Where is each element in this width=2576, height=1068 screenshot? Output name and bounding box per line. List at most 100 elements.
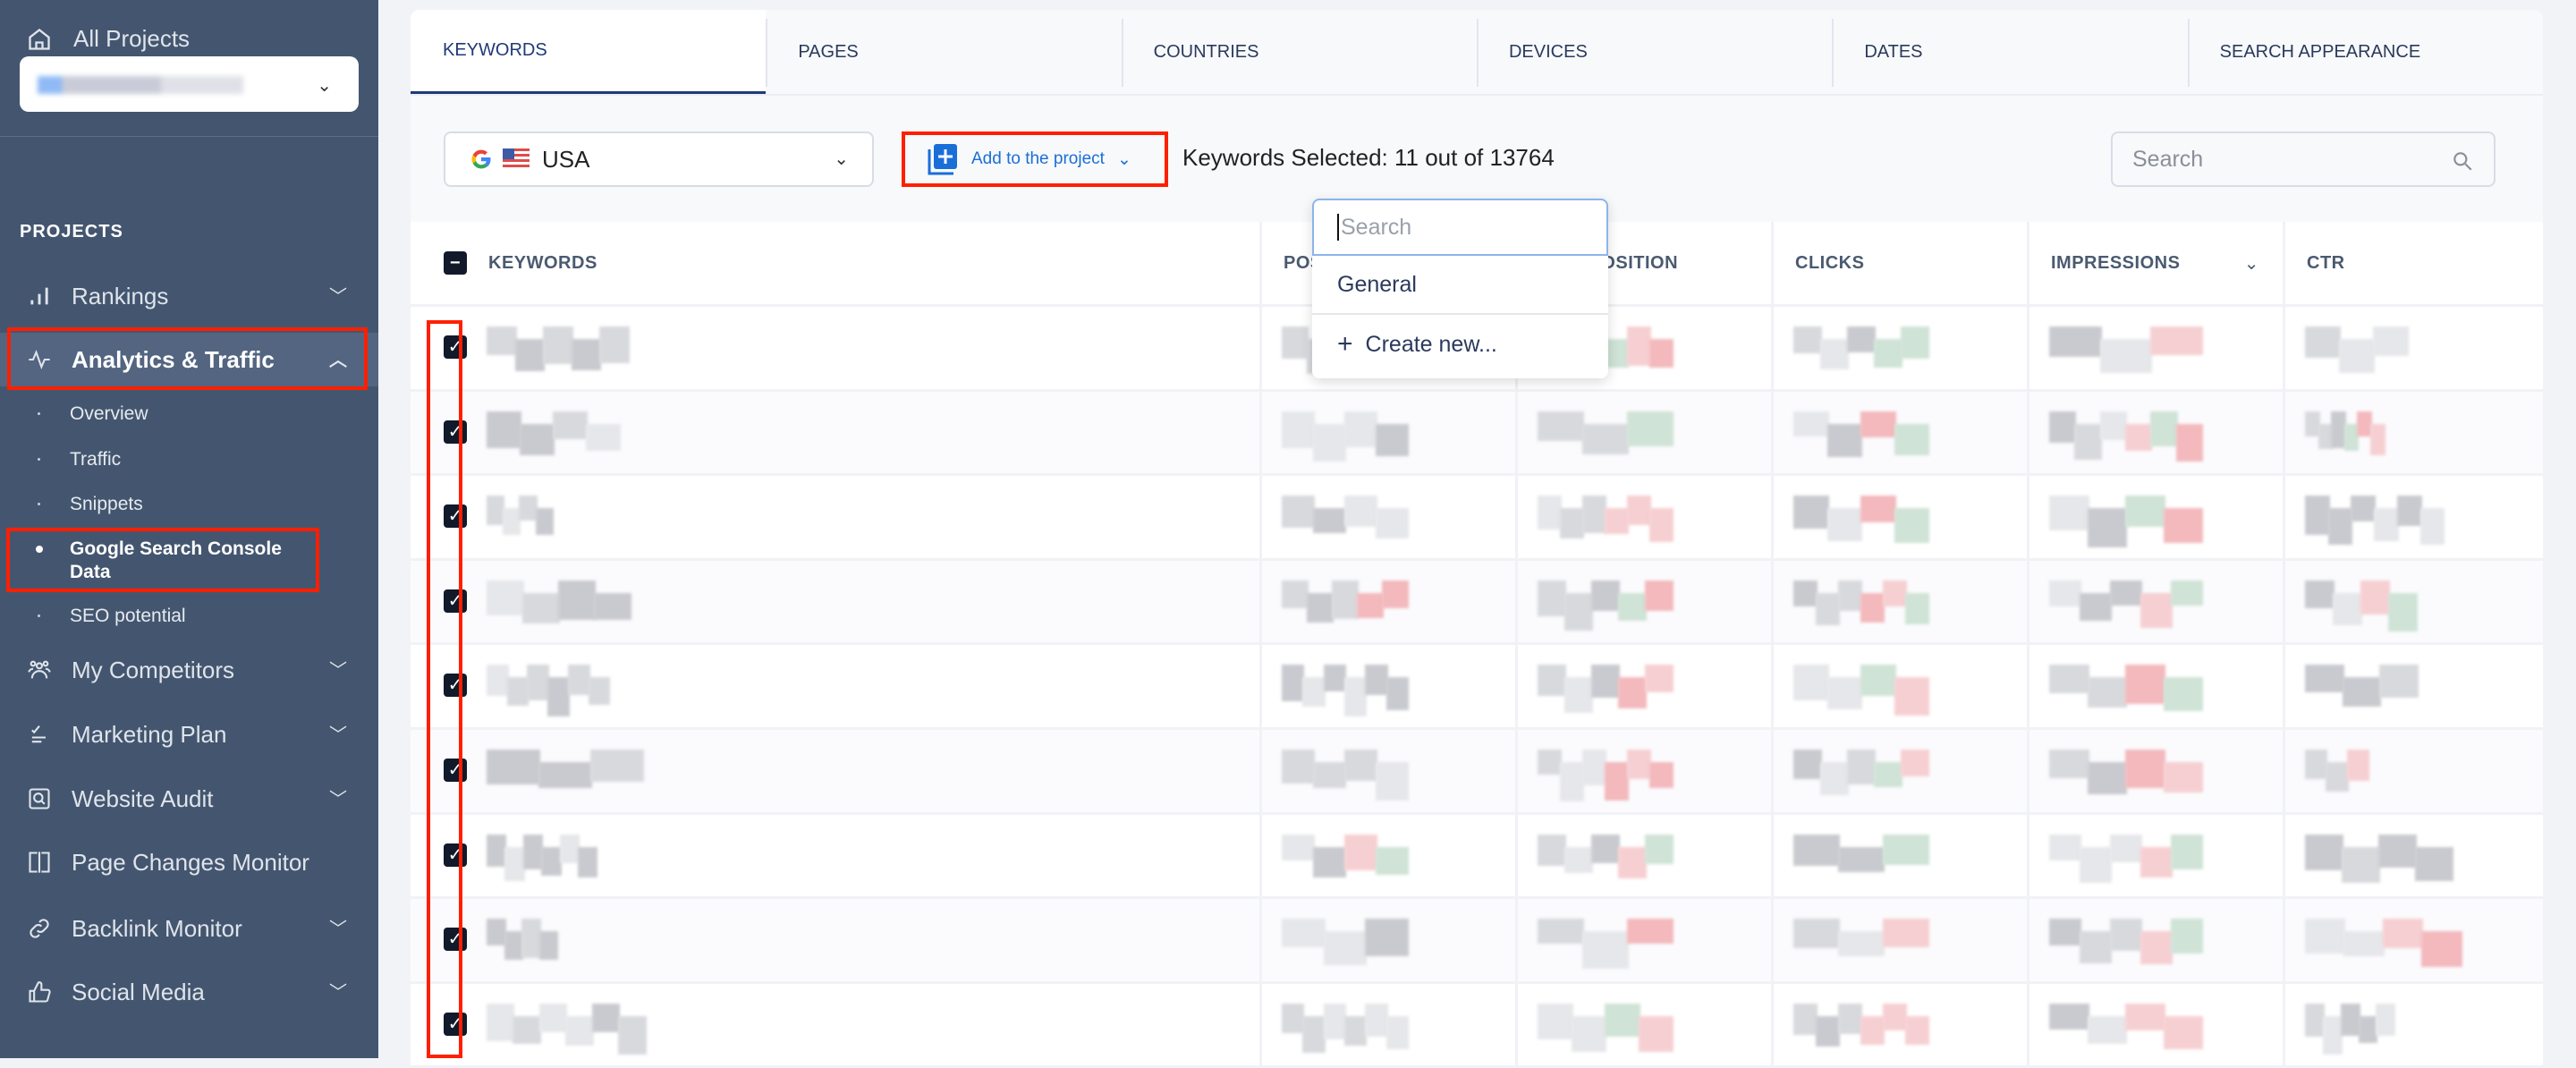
column-header-keywords[interactable]: − KEYWORDS [411, 222, 1262, 304]
plus-icon: + [1337, 329, 1353, 359]
impressions-cell [2029, 391, 2285, 474]
redacted-value [2396, 496, 2422, 527]
sidebar-subitem[interactable]: Traffic [0, 449, 378, 470]
redacted-value [2421, 931, 2462, 968]
redacted-value [578, 846, 598, 878]
redacted-value [521, 919, 541, 958]
dropdown-search-input[interactable]: Search [1312, 199, 1608, 256]
redacted-value [1282, 411, 1315, 449]
tab-countries[interactable]: COUNTRIES [1121, 10, 1477, 94]
sidebar-item-website-audit[interactable]: Website Audit ﹀ [0, 772, 378, 826]
chevron-down-icon: ⌄ [317, 76, 332, 96]
redacted-value [1860, 592, 1885, 623]
sidebar-item-page-changes-monitor[interactable]: Page Changes Monitor [0, 835, 378, 889]
redacted-value [1649, 339, 1674, 368]
dropdown-item-create-new[interactable]: + Create new... [1312, 315, 1608, 374]
ctr-cell [2285, 645, 2543, 727]
redacted-value [1894, 508, 1929, 543]
tab-search-appearance[interactable]: SEARCH APPEARANCE [2187, 10, 2543, 94]
ctr-cell [2285, 307, 2543, 389]
redacted-value [503, 508, 521, 536]
redacted-value [1905, 592, 1929, 625]
redacted-value [2369, 423, 2385, 456]
redacted-value [2163, 508, 2203, 544]
redacted-value [1582, 931, 1629, 970]
redacted-value [1282, 665, 1305, 702]
redacted-value [1793, 834, 1840, 866]
redacted-value [1894, 677, 1929, 716]
redacted-value [2175, 423, 2203, 462]
table-row[interactable]: ✓ [411, 560, 2543, 646]
redacted-value [2140, 846, 2173, 877]
chevron-down-icon: ⌄ [834, 149, 849, 169]
sidebar-item-my-competitors[interactable]: My Competitors ﹀ [0, 643, 378, 697]
redacted-value [2140, 931, 2173, 965]
redacted-value [1538, 580, 1566, 616]
bullet-icon [38, 503, 40, 505]
redacted-value [2125, 665, 2165, 704]
redacted-value [1344, 749, 1377, 781]
redacted-value [2125, 496, 2165, 527]
clicks-cell [1774, 560, 2029, 643]
impressions-cell [2029, 983, 2285, 1066]
tab-dates[interactable]: DATES [1832, 10, 2187, 94]
redacted-value [547, 677, 570, 716]
redacted-value [2049, 496, 2089, 531]
dropdown-item-general[interactable]: General [1312, 256, 1608, 315]
divider [0, 136, 378, 137]
redacted-value [1564, 677, 1593, 714]
sidebar-item-marketing-plan[interactable]: Marketing Plan ﹀ [0, 708, 378, 761]
redacted-value [1365, 665, 1388, 695]
table-row[interactable]: ✓ [411, 899, 2543, 984]
chevron-down-icon: ﹀ [329, 661, 347, 681]
redacted-value [1627, 411, 1674, 447]
sidebar-item-rankings[interactable]: Rankings ﹀ [0, 269, 378, 323]
position-cell [1262, 560, 1518, 643]
redacted-value [2305, 665, 2344, 692]
tab-keywords[interactable]: KEYWORDS [411, 10, 767, 94]
select-all-checkbox[interactable]: − [444, 251, 467, 275]
project-selector[interactable]: ⌄ [20, 56, 359, 112]
redacted-value [1838, 846, 1885, 872]
redacted-value [1538, 411, 1584, 442]
column-header-clicks[interactable]: CLICKS [1774, 222, 2029, 304]
sidebar-item-backlink-monitor[interactable]: Backlink Monitor ﹀ [0, 902, 378, 955]
redacted-value [2305, 834, 2344, 871]
country-select[interactable]: USA ⌄ [444, 131, 874, 187]
project-dropdown: Search General + Create new... [1312, 199, 1608, 378]
redacted-value [1282, 326, 1309, 359]
redacted-value [1901, 326, 1929, 359]
redacted-value [513, 1015, 541, 1044]
all-projects-link[interactable]: All Projects [27, 25, 190, 53]
redacted-value [541, 846, 562, 876]
table-row[interactable]: ✓ [411, 729, 2543, 815]
table-row[interactable]: ✓ [411, 983, 2543, 1068]
redacted-value [567, 665, 590, 696]
table-row[interactable]: ✓ [411, 476, 2543, 561]
table-row[interactable]: ✓ [411, 391, 2543, 477]
search-input[interactable]: Search [2111, 131, 2496, 187]
sidebar-subitem[interactable]: Overview [0, 403, 378, 425]
redacted-value [2305, 749, 2328, 780]
keyword-cell: ✓ [411, 476, 1262, 558]
tab-devices[interactable]: DEVICES [1476, 10, 1832, 94]
redacted-value [2080, 931, 2112, 963]
table-row[interactable]: ✓ [411, 645, 2543, 730]
redacted-value [1344, 677, 1368, 716]
sidebar-subitem[interactable]: Snippets [0, 494, 378, 515]
redacted-value [1564, 846, 1593, 873]
sidebar-subitem[interactable]: SEO potential [0, 606, 378, 627]
tab-pages[interactable]: PAGES [766, 10, 1121, 94]
redacted-value [2342, 846, 2381, 884]
column-header-impressions[interactable]: IMPRESSIONS ⌄ [2029, 222, 2285, 304]
sidebar-item-social-media[interactable]: Social Media ﹀ [0, 965, 378, 1019]
position-cell [1262, 645, 1518, 727]
redacted-value [1564, 592, 1593, 631]
google-icon [471, 149, 491, 169]
redacted-value [1591, 834, 1620, 864]
column-header-ctr[interactable]: CTR [2285, 222, 2543, 304]
avg-position-cell [1518, 729, 1774, 812]
redacted-value [2049, 1003, 2089, 1030]
table-row[interactable]: ✓ [411, 814, 2543, 900]
redacted-value [1582, 423, 1629, 454]
